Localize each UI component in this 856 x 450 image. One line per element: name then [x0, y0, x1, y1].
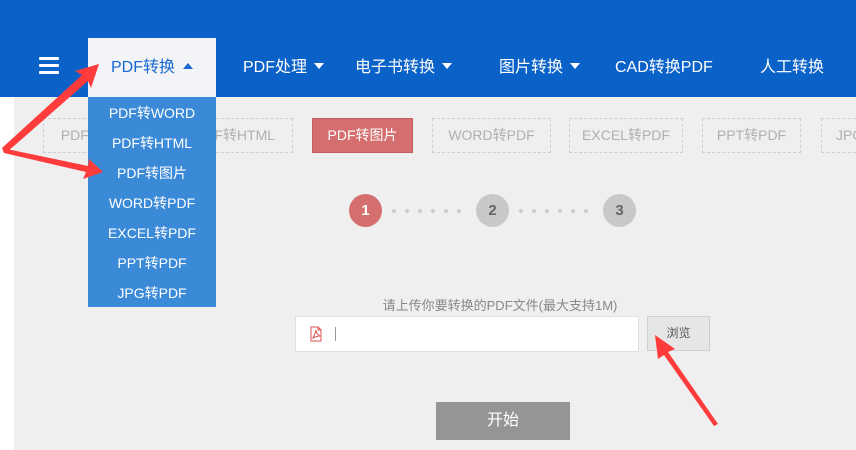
step-1: 1 — [349, 194, 382, 227]
caret-down-icon — [442, 63, 453, 70]
tab-jpg-to-pdf[interactable]: JPG — [821, 118, 856, 153]
dropdown-item-pdf-to-image[interactable]: PDF转图片 — [88, 158, 216, 188]
start-button[interactable]: 开始 — [436, 402, 570, 440]
nav-image-convert-label: 图片转换 — [499, 59, 564, 76]
pdf-file-icon — [310, 326, 322, 342]
nav-ebook-convert-label: 电子书转换 — [355, 59, 436, 76]
hamburger-menu-icon[interactable] — [39, 57, 59, 74]
upload-instruction: 请上传你要转换的PDF文件(最大支持1M) — [382, 298, 618, 313]
browse-button[interactable]: 浏览 — [647, 316, 710, 351]
dropdown-item-pdf-to-word[interactable]: PDF转WORD — [88, 98, 216, 128]
dropdown-item-jpg-to-pdf[interactable]: JPG转PDF — [88, 278, 216, 308]
tab-excel-to-pdf[interactable]: EXCEL转PDF — [569, 118, 683, 153]
step-connector — [392, 209, 470, 213]
file-path-field[interactable] — [295, 316, 639, 352]
dropdown-item-ppt-to-pdf[interactable]: PPT转PDF — [88, 248, 216, 278]
dropdown-item-word-to-pdf[interactable]: WORD转PDF — [88, 188, 216, 218]
nav-cad-to-pdf-label: CAD转换PDF — [615, 59, 713, 76]
step-2: 2 — [476, 194, 509, 227]
nav-pdf-process-label: PDF处理 — [243, 59, 308, 76]
step-3: 3 — [603, 194, 636, 227]
step-connector — [519, 209, 597, 213]
nav-pdf-convert-label: PDF转换 — [110, 59, 175, 76]
nav-pdf-convert[interactable]: PDF转换 — [88, 38, 216, 97]
nav-pdf-process[interactable]: PDF处理 — [243, 38, 325, 97]
tab-word-to-pdf[interactable]: WORD转PDF — [432, 118, 551, 153]
tab-pdf-to-image[interactable]: PDF转图片 — [312, 118, 413, 153]
caret-down-icon — [570, 63, 581, 70]
nav-manual-convert-label: 人工转换 — [760, 59, 825, 76]
dropdown-item-pdf-to-html[interactable]: PDF转HTML — [88, 128, 216, 158]
caret-up-icon — [183, 63, 193, 70]
nav-image-convert[interactable]: 图片转换 — [499, 38, 581, 97]
nav-ebook-convert[interactable]: 电子书转换 — [355, 38, 453, 97]
tab-ppt-to-pdf[interactable]: PPT转PDF — [702, 118, 801, 153]
text-cursor — [335, 327, 336, 341]
pdf-convert-dropdown: PDF转WORD PDF转HTML PDF转图片 WORD转PDF EXCEL转… — [88, 97, 216, 307]
top-navigation-bar: PDF转换 PDF处理 电子书转换 图片转换 CAD转换PDF 人工转换 — [0, 0, 856, 97]
nav-cad-to-pdf[interactable]: CAD转换PDF — [615, 38, 713, 97]
caret-down-icon — [314, 63, 325, 70]
nav-manual-convert[interactable]: 人工转换 — [760, 38, 824, 97]
dropdown-item-excel-to-pdf[interactable]: EXCEL转PDF — [88, 218, 216, 248]
